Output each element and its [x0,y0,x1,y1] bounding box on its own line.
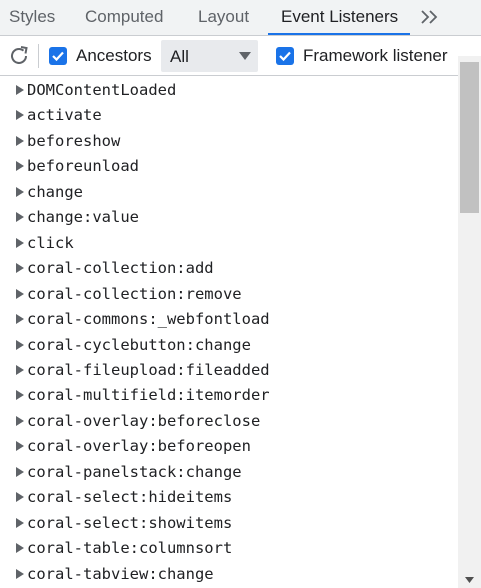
tab-computed[interactable]: Computed [85,0,163,35]
expand-triangle-icon[interactable] [16,85,24,95]
checkmark-icon [52,51,64,62]
event-name: coral-collection:add [27,259,214,278]
chevron-double-right-icon [421,10,438,24]
scroll-down-button[interactable] [458,572,481,588]
event-listener-row[interactable]: coral-select:showitems [0,511,457,536]
event-listener-row[interactable]: activate [0,103,457,128]
event-name: beforeshow [27,131,121,150]
expand-triangle-icon[interactable] [16,186,24,197]
select-value: All [170,47,189,66]
expand-triangle-icon[interactable] [16,212,24,223]
event-name: change [27,182,83,201]
event-listener-row[interactable]: coral-cyclebutton:change [0,333,457,358]
expand-triangle-icon[interactable] [16,135,24,146]
toolbar-divider [38,44,39,68]
event-name: activate [27,106,102,125]
event-name: coral-panelstack:change [27,462,242,481]
refresh-button[interactable] [7,44,31,68]
ancestors-checkbox[interactable] [49,47,67,65]
event-listener-row[interactable]: coral-commons:_webfontload [0,307,457,332]
dropdown-arrow-icon [239,52,251,60]
listener-filter-select[interactable]: All [161,40,258,72]
event-name: coral-multifield:itemorder [27,386,270,405]
tab-event-listeners[interactable]: Event Listeners [268,0,410,35]
more-tabs-button[interactable] [418,0,442,35]
event-listener-row[interactable]: coral-collection:remove [0,282,457,307]
event-listener-row[interactable]: beforeshow [0,129,457,154]
event-name: coral-cyclebutton:change [27,335,251,354]
event-name: coral-select:hideitems [27,488,233,507]
panel-tab-bar: Styles Computed Layout Event Listeners [0,0,481,36]
event-name: coral-fileupload:fileadded [27,360,270,379]
expand-triangle-icon[interactable] [16,288,24,299]
expand-triangle-icon[interactable] [16,110,24,121]
event-listener-row[interactable]: coral-tabview:change [0,562,457,587]
expand-triangle-icon[interactable] [16,441,24,452]
event-listener-row[interactable]: DOMContentLoaded [0,78,457,103]
ancestors-label[interactable]: Ancestors [76,46,152,66]
event-listener-row[interactable]: change [0,180,457,205]
event-listeners-toolbar: Ancestors All Framework listener [0,36,481,76]
event-name: coral-commons:_webfontload [27,310,270,329]
event-name: coral-table:columnsort [27,539,233,558]
expand-triangle-icon[interactable] [16,339,24,350]
expand-triangle-icon[interactable] [16,263,24,274]
tab-layout[interactable]: Layout [198,0,249,35]
event-listener-row[interactable]: change:value [0,205,457,230]
framework-listeners-checkbox[interactable] [276,47,294,65]
scrollbar[interactable] [458,56,481,588]
event-listener-row[interactable]: coral-overlay:beforeopen [0,434,457,459]
expand-triangle-icon[interactable] [16,492,24,503]
event-name: DOMContentLoaded [27,81,177,99]
expand-triangle-icon[interactable] [16,415,24,426]
event-name: beforeunload [27,157,139,176]
expand-triangle-icon[interactable] [16,466,24,477]
event-name: change:value [27,208,139,227]
expand-triangle-icon[interactable] [16,161,24,172]
event-listener-row[interactable]: coral-panelstack:change [0,460,457,485]
event-listener-row[interactable]: coral-collection:add [0,256,457,281]
expand-triangle-icon[interactable] [16,314,24,325]
event-listener-row[interactable]: coral-select:hideitems [0,485,457,510]
event-listener-row[interactable]: beforeunload [0,154,457,179]
event-listener-row[interactable]: coral-fileupload:fileadded [0,358,457,383]
event-name: coral-select:showitems [27,513,233,532]
event-name: coral-overlay:beforeopen [27,437,251,456]
event-listener-row[interactable]: click [0,231,457,256]
refresh-icon [11,46,28,64]
event-listener-list: DOMContentLoaded activate beforeshow before… [0,78,457,588]
expand-triangle-icon[interactable] [16,237,24,248]
tab-styles[interactable]: Styles [9,0,55,35]
expand-triangle-icon[interactable] [16,390,24,401]
event-listener-row[interactable]: coral-overlay:beforeclose [0,409,457,434]
event-listener-row[interactable]: coral-table:columnsort [0,536,457,561]
event-listener-row[interactable]: coral-multifield:itemorder [0,383,457,408]
expand-triangle-icon[interactable] [16,543,24,554]
framework-listeners-label[interactable]: Framework listener [303,46,448,66]
event-name: coral-collection:remove [27,284,242,303]
expand-triangle-icon[interactable] [16,568,24,579]
event-name: coral-tabview:change [27,564,214,583]
event-name: coral-overlay:beforeclose [27,411,261,430]
expand-triangle-icon[interactable] [16,364,24,375]
checkmark-icon [279,51,291,62]
event-name: click [27,233,74,252]
scroll-down-arrow-icon [465,577,474,583]
expand-triangle-icon[interactable] [16,517,24,528]
scrollbar-thumb[interactable] [460,62,479,213]
